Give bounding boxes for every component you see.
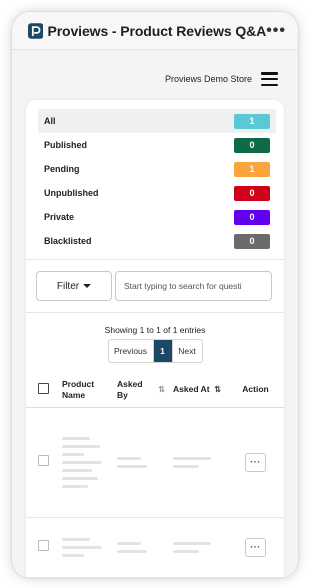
status-count-badge: 0 xyxy=(234,233,270,249)
filter-row: Filter xyxy=(26,260,284,312)
status-filter-list: All 1 Published 0 Pending 1 Unpublished … xyxy=(26,100,284,259)
pagination-page-button[interactable]: 1 xyxy=(153,340,172,362)
status-label: Pending xyxy=(44,164,80,174)
status-item-published[interactable]: Published 0 xyxy=(38,133,276,157)
status-count-badge: 0 xyxy=(234,209,270,225)
pagination-area: Showing 1 to 1 of 1 entries Previous 1 N… xyxy=(26,313,284,363)
status-count-badge: 1 xyxy=(234,113,270,129)
row-checkbox[interactable] xyxy=(37,540,49,551)
main-card: All 1 Published 0 Pending 1 Unpublished … xyxy=(26,100,284,578)
row-checkbox[interactable] xyxy=(37,455,49,466)
status-label: Private xyxy=(44,212,75,222)
app-title: Proviews - Product Reviews Q&A xyxy=(47,22,267,39)
status-item-pending[interactable]: Pending 1 xyxy=(38,157,276,181)
title-bar: Proviews - Product Reviews Q&A ••• xyxy=(12,12,298,50)
table-row: ··· xyxy=(26,407,284,517)
row-action-button[interactable]: ··· xyxy=(245,452,266,472)
status-count-badge: 0 xyxy=(234,137,270,153)
status-count-badge: 1 xyxy=(234,161,270,177)
asked-by-placeholder xyxy=(115,407,171,517)
status-count-badge: 0 xyxy=(234,185,270,201)
select-all-checkbox[interactable] xyxy=(37,382,49,394)
pagination-previous-button[interactable]: Previous xyxy=(109,340,154,362)
column-header-product[interactable]: Product Name xyxy=(62,379,94,400)
caret-down-icon xyxy=(83,284,92,288)
status-item-blacklisted[interactable]: Blacklisted 0 xyxy=(38,229,276,253)
product-name-placeholder xyxy=(60,407,115,517)
table-row: ··· xyxy=(26,517,284,577)
pagination-next-button[interactable]: Next xyxy=(171,340,202,362)
column-header-asked-by[interactable]: Asked By xyxy=(117,379,154,401)
filter-button[interactable]: Filter xyxy=(36,271,112,301)
table-header-row: Product Name Asked By ⇅ Asked At ⇅ Action xyxy=(26,373,284,407)
filter-button-label: Filter xyxy=(56,280,80,292)
asked-by-placeholder xyxy=(115,517,171,577)
status-label: All xyxy=(44,116,56,126)
status-label: Unpublished xyxy=(44,188,99,198)
status-label: Published xyxy=(44,140,88,150)
entries-info: Showing 1 to 1 of 1 entries xyxy=(104,325,206,335)
product-name-placeholder xyxy=(60,517,115,577)
app-window: Proviews - Product Reviews Q&A ••• Provi… xyxy=(12,12,298,578)
asked-at-placeholder xyxy=(171,407,227,517)
more-horizontal-icon[interactable]: ••• xyxy=(266,22,286,39)
search-input[interactable] xyxy=(115,271,272,301)
status-item-private[interactable]: Private 0 xyxy=(38,205,276,229)
store-name: Proviews Demo Store xyxy=(164,74,252,84)
proviews-logo-icon xyxy=(28,22,44,39)
asked-at-placeholder xyxy=(171,517,227,577)
sort-icon[interactable]: ⇅ xyxy=(214,385,221,395)
status-item-all[interactable]: All 1 xyxy=(38,109,276,133)
status-label: Blacklisted xyxy=(44,236,92,246)
pagination: Previous 1 Next xyxy=(107,339,203,363)
column-header-action: Action xyxy=(242,384,269,395)
questions-table: Product Name Asked By ⇅ Asked At ⇅ Action xyxy=(26,373,284,578)
column-header-asked-at[interactable]: Asked At xyxy=(173,384,210,395)
sort-icon[interactable]: ⇅ xyxy=(158,385,165,395)
status-item-unpublished[interactable]: Unpublished 0 xyxy=(38,181,276,205)
row-action-button[interactable]: ··· xyxy=(245,537,266,557)
hamburger-menu-icon[interactable] xyxy=(261,72,278,86)
